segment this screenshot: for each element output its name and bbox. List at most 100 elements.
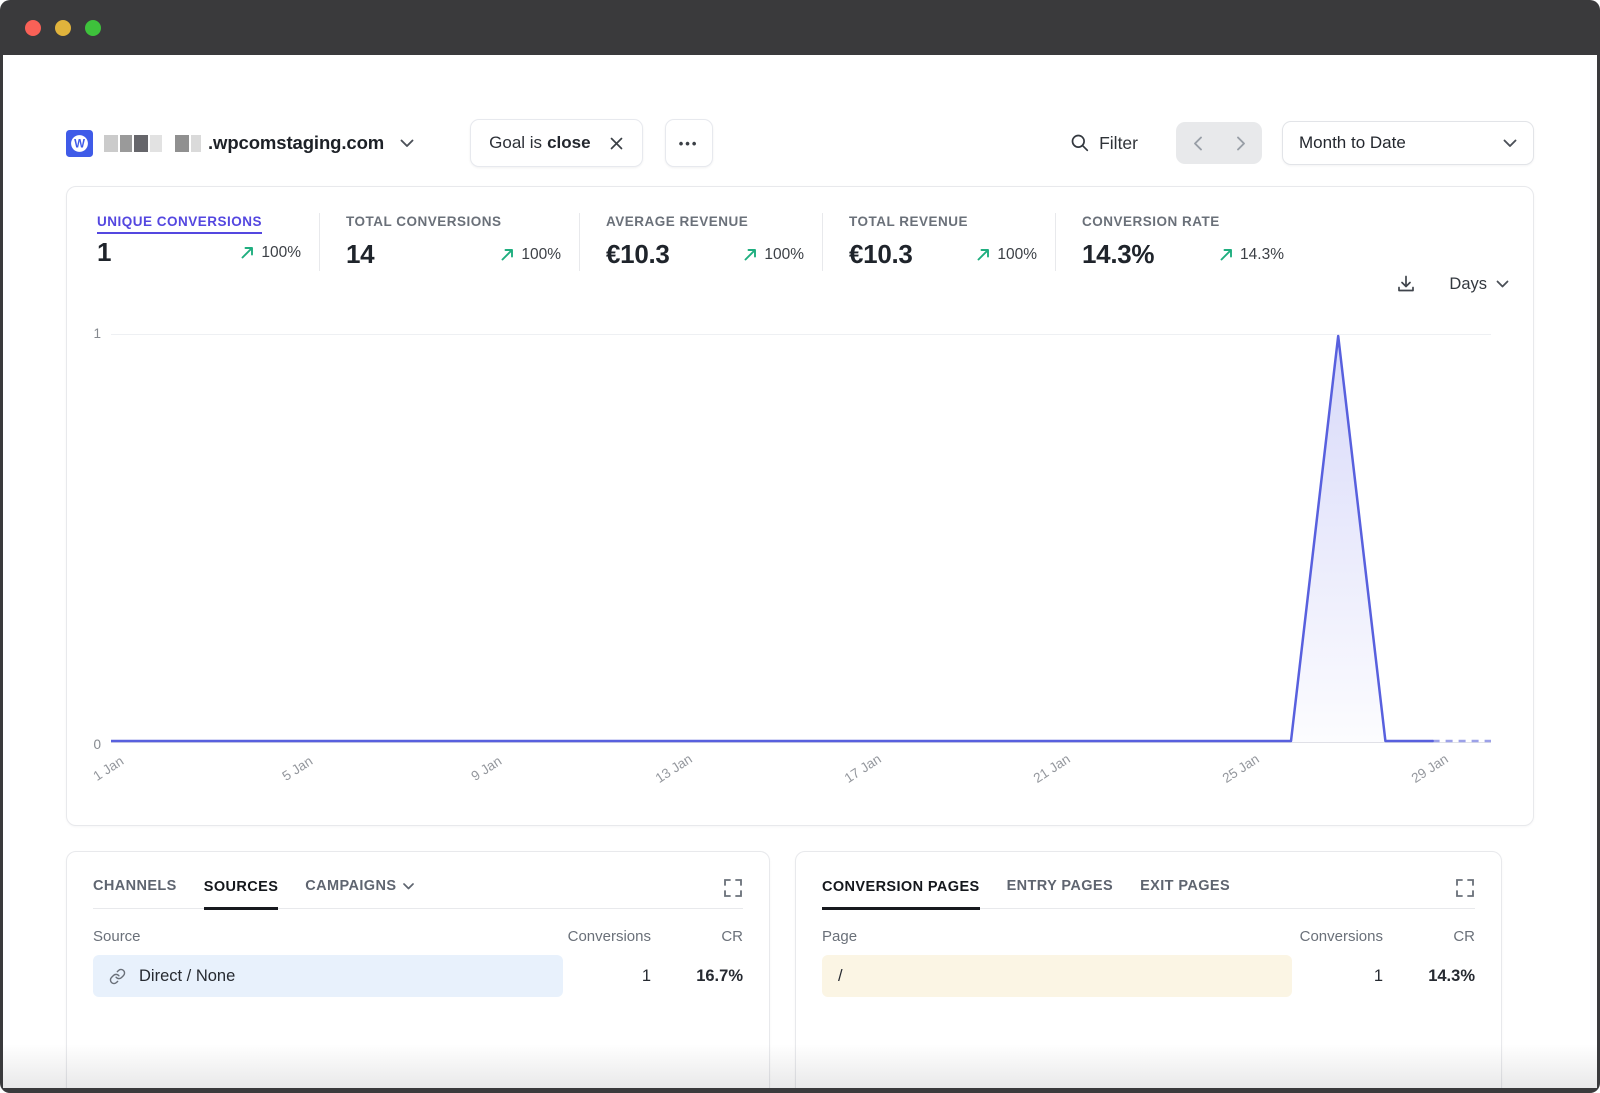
date-range-select[interactable]: Month to Date <box>1282 121 1534 165</box>
interval-value: Days <box>1449 275 1487 294</box>
stat-conversion-rate[interactable]: CONVERSION RATE 14.3% 14.3% <box>1082 213 1302 271</box>
table-row[interactable]: / 1 14.3% <box>822 955 1475 997</box>
page-content: W .wpcomstaging.com Goal is <box>3 55 1597 1088</box>
chevron-left-icon <box>1193 136 1203 151</box>
pages-card-tabs: CONVERSION PAGES ENTRY PAGES EXIT PAGES <box>822 878 1475 909</box>
stat-average-revenue[interactable]: AVERAGE REVENUE €10.3 100% <box>606 213 823 271</box>
stat-change: 100% <box>500 246 561 264</box>
link-icon <box>109 968 126 985</box>
chart-line <box>111 336 1433 741</box>
tab-sources[interactable]: SOURCES <box>204 879 279 910</box>
x-axis-tick-label: 1 Jan <box>90 753 126 784</box>
window-minimize-button[interactable] <box>55 20 71 36</box>
column-header-conversions: Conversions <box>521 928 651 945</box>
pages-table-header: Page Conversions CR <box>822 928 1475 945</box>
stat-value: 14 <box>346 239 374 270</box>
trend-up-icon <box>1219 247 1234 262</box>
x-axis-tick-label: 25 Jan <box>1219 751 1261 786</box>
bottom-cards: CHANNELS SOURCES CAMPAIGNS Source Conver… <box>66 851 1534 1088</box>
filter-button[interactable]: Filter <box>1070 133 1138 154</box>
download-icon <box>1395 273 1417 295</box>
stat-label[interactable]: TOTAL CONVERSIONS <box>346 214 502 229</box>
window-titlebar <box>0 0 1600 55</box>
column-header-conversions: Conversions <box>1253 928 1383 945</box>
x-axis-tick-label: 17 Jan <box>842 751 884 786</box>
table-row[interactable]: Direct / None 1 16.7% <box>93 955 743 997</box>
stat-value: 1 <box>97 237 111 268</box>
fullscreen-icon <box>1455 878 1475 898</box>
site-domain: .wpcomstaging.com <box>208 132 384 154</box>
stat-label[interactable]: CONVERSION RATE <box>1082 214 1220 229</box>
tab-campaigns[interactable]: CAMPAIGNS <box>305 878 414 908</box>
y-axis-tick-label: 1 <box>73 326 101 341</box>
goal-filter-value: close <box>547 133 590 153</box>
x-axis-tick-label: 21 Jan <box>1031 751 1073 786</box>
goal-filter-prefix: Goal is <box>489 133 542 153</box>
download-button[interactable] <box>1395 273 1417 295</box>
window-zoom-button[interactable] <box>85 20 101 36</box>
chevron-down-icon <box>1503 139 1517 148</box>
close-icon[interactable] <box>609 136 624 151</box>
column-header-source: Source <box>93 928 521 945</box>
tab-channels[interactable]: CHANNELS <box>93 878 177 908</box>
x-axis-ticks: 1 Jan5 Jan9 Jan13 Jan17 Jan21 Jan25 Jan2… <box>111 743 1491 809</box>
chevron-down-icon <box>1496 280 1509 288</box>
stat-total-revenue[interactable]: TOTAL REVENUE €10.3 100% <box>849 213 1056 271</box>
stat-unique-conversions[interactable]: UNIQUE CONVERSIONS 1 100% <box>97 213 320 271</box>
search-icon <box>1070 133 1090 153</box>
trend-up-icon <box>976 247 991 262</box>
conversions-overview-card: UNIQUE CONVERSIONS 1 100% TOTAL CONVERSI… <box>66 186 1534 826</box>
chevron-down-icon <box>403 883 414 890</box>
goal-filter-chip[interactable]: Goal is close <box>470 119 642 167</box>
stat-total-conversions[interactable]: TOTAL CONVERSIONS 14 100% <box>346 213 580 271</box>
wordpress-icon: W <box>66 130 93 157</box>
stat-label[interactable]: AVERAGE REVENUE <box>606 214 748 229</box>
sources-card: CHANNELS SOURCES CAMPAIGNS Source Conver… <box>66 851 770 1088</box>
app-window: W .wpcomstaging.com Goal is <box>0 0 1600 1093</box>
window-close-button[interactable] <box>25 20 41 36</box>
trend-up-icon <box>743 247 758 262</box>
fullscreen-icon <box>723 878 743 898</box>
site-selector[interactable]: W .wpcomstaging.com <box>66 130 414 157</box>
stat-label[interactable]: UNIQUE CONVERSIONS <box>97 214 262 234</box>
conversions-line-chart[interactable]: 1 0 1 Jan5 Jan9 Jan13 Jan17 Jan21 Jan25 … <box>111 334 1491 743</box>
chart-area <box>111 336 1433 743</box>
stat-value: €10.3 <box>606 239 670 270</box>
trend-up-icon <box>500 247 515 262</box>
cr-value: 16.7% <box>651 967 743 986</box>
pages-card: CONVERSION PAGES ENTRY PAGES EXIT PAGES … <box>795 851 1502 1088</box>
stat-label[interactable]: TOTAL REVENUE <box>849 214 968 229</box>
column-header-cr: CR <box>651 928 743 945</box>
sources-table-header: Source Conversions CR <box>93 928 743 945</box>
stat-value: 14.3% <box>1082 239 1154 270</box>
chart-toolbar: Days <box>1395 273 1509 295</box>
cr-value: 14.3% <box>1383 967 1475 986</box>
expand-button[interactable] <box>723 878 743 898</box>
chart-canvas <box>111 334 1491 743</box>
stat-change: 100% <box>240 244 301 262</box>
more-options-button[interactable]: ••• <box>665 119 713 167</box>
conversions-value: 1 <box>1253 967 1383 986</box>
filter-label: Filter <box>1099 133 1138 154</box>
page-label: / <box>822 967 1253 986</box>
tab-conversion-pages[interactable]: CONVERSION PAGES <box>822 879 980 910</box>
previous-period-button[interactable] <box>1176 122 1219 164</box>
date-range-value: Month to Date <box>1299 133 1406 153</box>
source-label: Direct / None <box>93 967 521 986</box>
chevron-right-icon <box>1236 136 1246 151</box>
tab-exit-pages[interactable]: EXIT PAGES <box>1140 878 1230 908</box>
x-axis-tick-label: 9 Jan <box>468 753 504 784</box>
column-header-cr: CR <box>1383 928 1475 945</box>
stat-change: 14.3% <box>1219 246 1284 264</box>
toolbar-right-group: Filter Month to Date <box>1070 121 1534 165</box>
x-axis-tick-label: 13 Jan <box>653 751 695 786</box>
x-axis-tick-label: 29 Jan <box>1408 751 1450 786</box>
interval-select[interactable]: Days <box>1449 275 1509 294</box>
tab-entry-pages[interactable]: ENTRY PAGES <box>1007 878 1113 908</box>
expand-button[interactable] <box>1455 878 1475 898</box>
date-pager <box>1176 122 1262 164</box>
next-period-button[interactable] <box>1219 122 1262 164</box>
sources-card-tabs: CHANNELS SOURCES CAMPAIGNS <box>93 878 743 909</box>
x-axis-tick-label: 5 Jan <box>279 753 315 784</box>
stats-row: UNIQUE CONVERSIONS 1 100% TOTAL CONVERSI… <box>67 187 1533 271</box>
